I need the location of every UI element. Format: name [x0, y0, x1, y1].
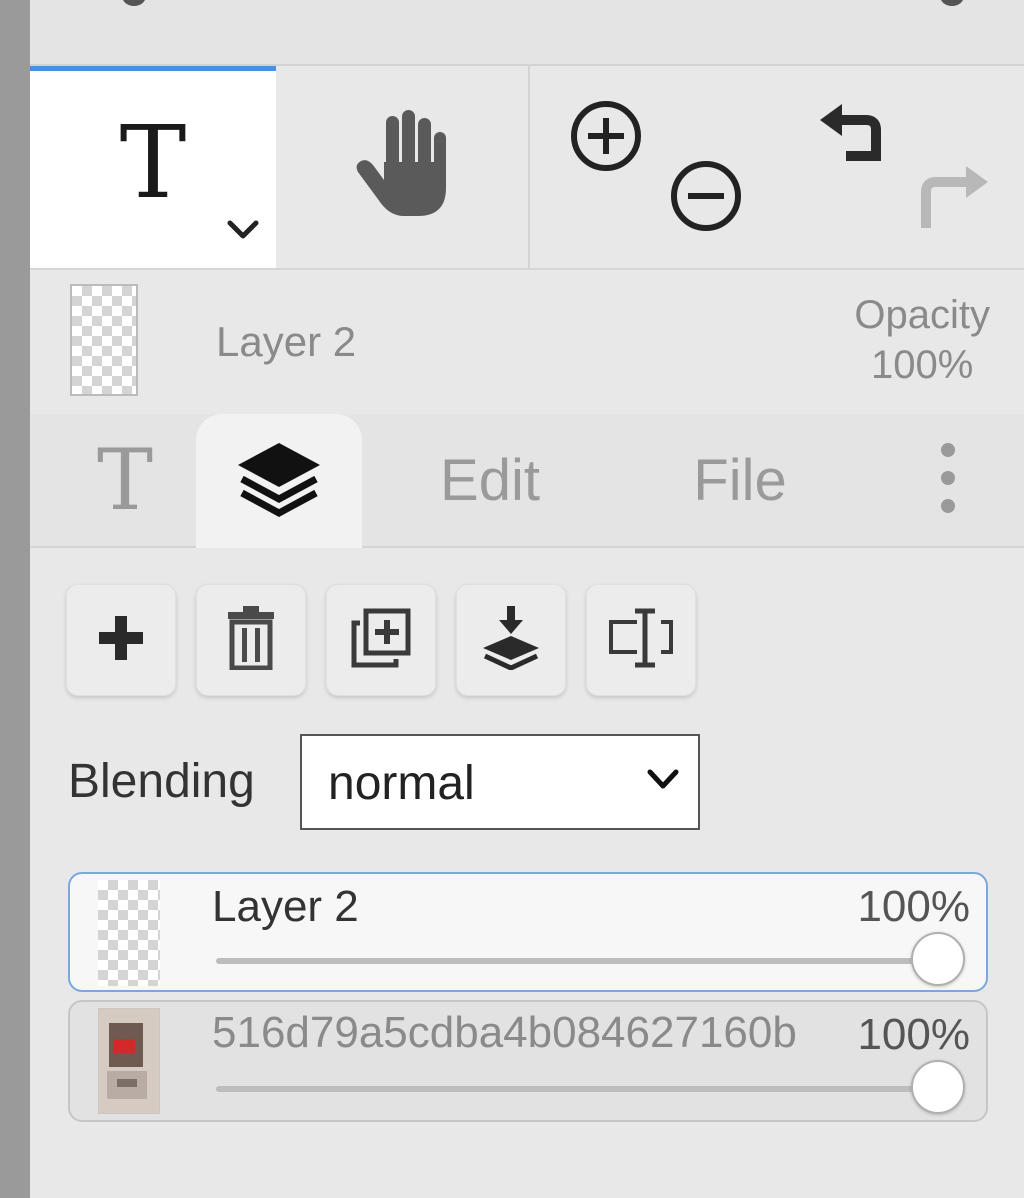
layer-list-item[interactable]: 516d79a5cdba4b084627160b 100% [68, 1000, 988, 1122]
plus-icon [99, 615, 143, 665]
zoom-out-icon[interactable] [668, 158, 744, 239]
text-tool-icon: T [119, 103, 187, 221]
chevron-down-icon[interactable] [226, 219, 260, 246]
editor-panel: T Layer 2 Opacity 100% T Edit File Blend… [30, 0, 1024, 1198]
opacity-label: Opacity [854, 293, 990, 337]
main-toolbar: T [30, 66, 1024, 270]
layer-thumbnail [98, 1008, 160, 1114]
opacity-value: 100% [871, 343, 974, 387]
layer-opacity-slider-track[interactable] [216, 1086, 938, 1092]
duplicate-layer-button[interactable] [326, 584, 436, 696]
history-tools [770, 66, 1024, 268]
panel-tabs: T Edit File [30, 414, 1024, 548]
duplicate-icon [350, 607, 412, 674]
active-layer-opacity[interactable]: Opacity 100% [854, 290, 990, 390]
undo-icon[interactable] [820, 102, 890, 177]
zoom-tools [530, 66, 770, 268]
merge-down-button[interactable] [456, 584, 566, 696]
more-vertical-icon [938, 441, 958, 520]
layer-thumbnail [98, 880, 160, 986]
tab-file[interactable]: File [680, 414, 800, 546]
hand-icon [352, 109, 452, 225]
more-menu-button[interactable] [922, 414, 974, 546]
text-tool-button[interactable]: T [30, 66, 276, 268]
top-dot-left [122, 0, 146, 6]
layer-actions [66, 584, 696, 696]
active-layer-name: Layer 2 [216, 318, 357, 365]
top-dot-right [940, 0, 964, 6]
zoom-in-icon[interactable] [568, 98, 644, 179]
layer-name: 516d79a5cdba4b084627160b [212, 1008, 797, 1057]
layer-opacity-slider-handle[interactable] [911, 1060, 965, 1114]
tab-text[interactable]: T [70, 414, 180, 546]
top-strip [30, 0, 1024, 66]
trash-icon [226, 605, 276, 675]
layer-opacity: 100% [857, 1010, 970, 1059]
redo-icon[interactable] [916, 162, 992, 239]
hand-tool-button[interactable] [276, 66, 528, 268]
layer-opacity-slider-handle[interactable] [911, 932, 965, 986]
layer-opacity: 100% [857, 882, 970, 931]
merge-down-icon [479, 605, 543, 675]
layers-panel: Blending normal Layer 2 100% 516d79a5cdb… [30, 548, 1024, 1198]
active-layer-header: Layer 2 Opacity 100% [30, 268, 1024, 414]
layer-list-item[interactable]: Layer 2 100% [68, 872, 988, 992]
layers-icon [234, 439, 324, 524]
rename-layer-button[interactable] [586, 584, 696, 696]
text-cursor-icon [607, 608, 675, 673]
tab-edit[interactable]: Edit [430, 414, 550, 546]
blending-label: Blending [68, 755, 255, 808]
left-edge-strip [0, 0, 30, 1198]
active-layer-thumbnail [70, 284, 138, 396]
add-layer-button[interactable] [66, 584, 176, 696]
blending-value: normal [328, 757, 475, 810]
layer-opacity-slider-track[interactable] [216, 958, 938, 964]
delete-layer-button[interactable] [196, 584, 306, 696]
chevron-down-icon [646, 768, 680, 797]
blending-select[interactable]: normal [300, 734, 700, 830]
tab-layers[interactable] [196, 414, 362, 548]
layer-name: Layer 2 [212, 882, 359, 931]
